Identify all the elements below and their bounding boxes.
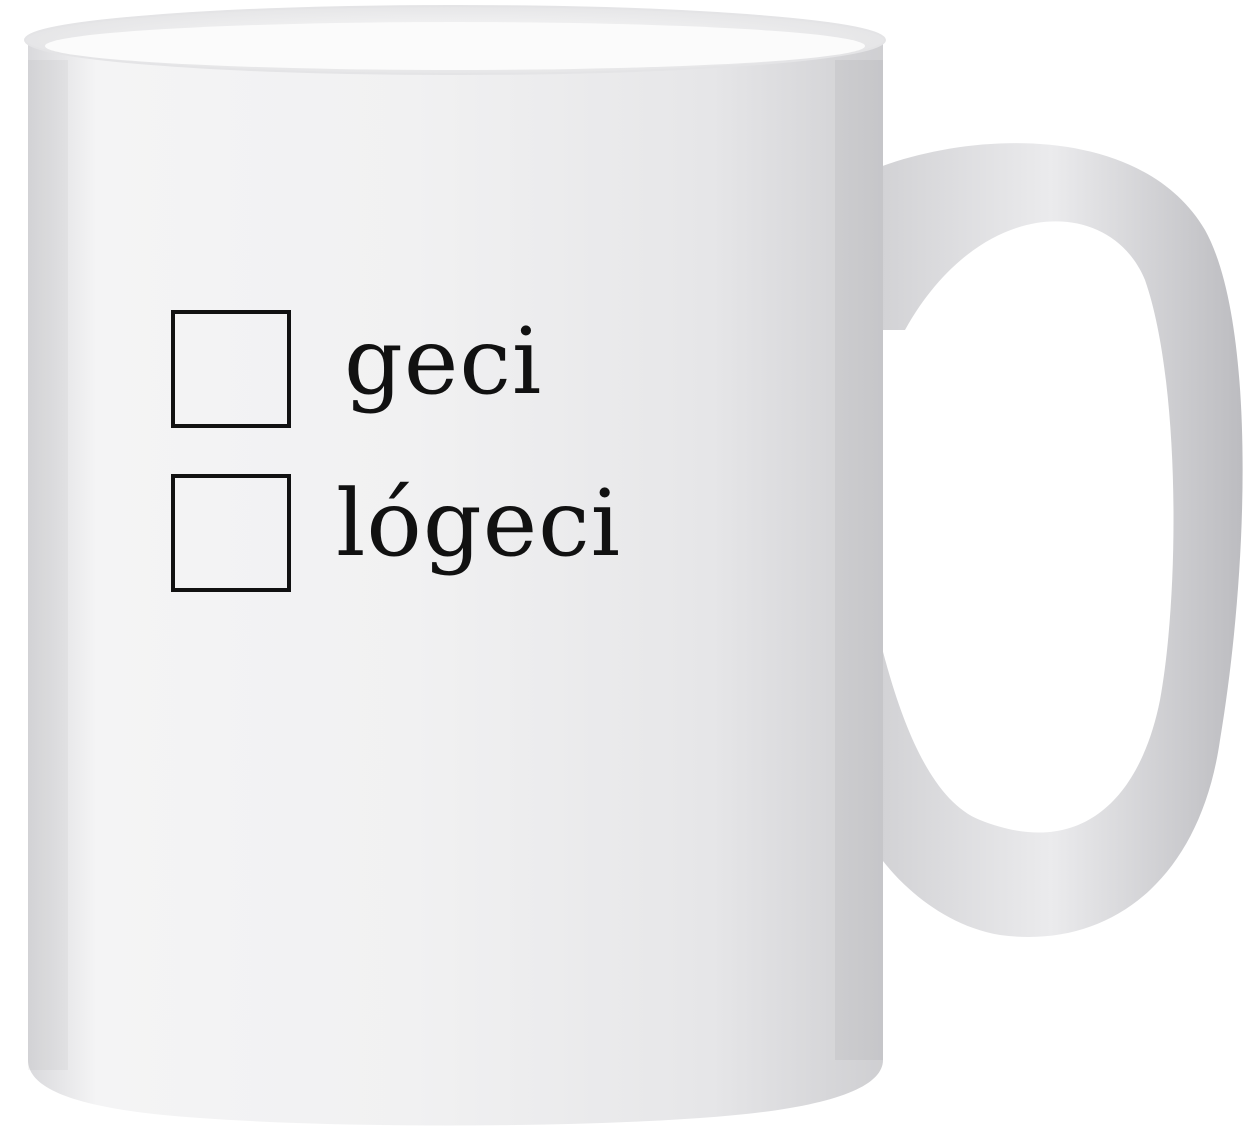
product-photo: geci lógeci — [0, 0, 1253, 1147]
mug-print: geci lógeci — [0, 0, 1253, 1147]
checkbox-logeci[interactable] — [171, 474, 291, 592]
option-label-logeci: lógeci — [336, 470, 622, 577]
checkbox-geci[interactable] — [171, 310, 291, 428]
option-label-geci: geci — [344, 308, 543, 415]
